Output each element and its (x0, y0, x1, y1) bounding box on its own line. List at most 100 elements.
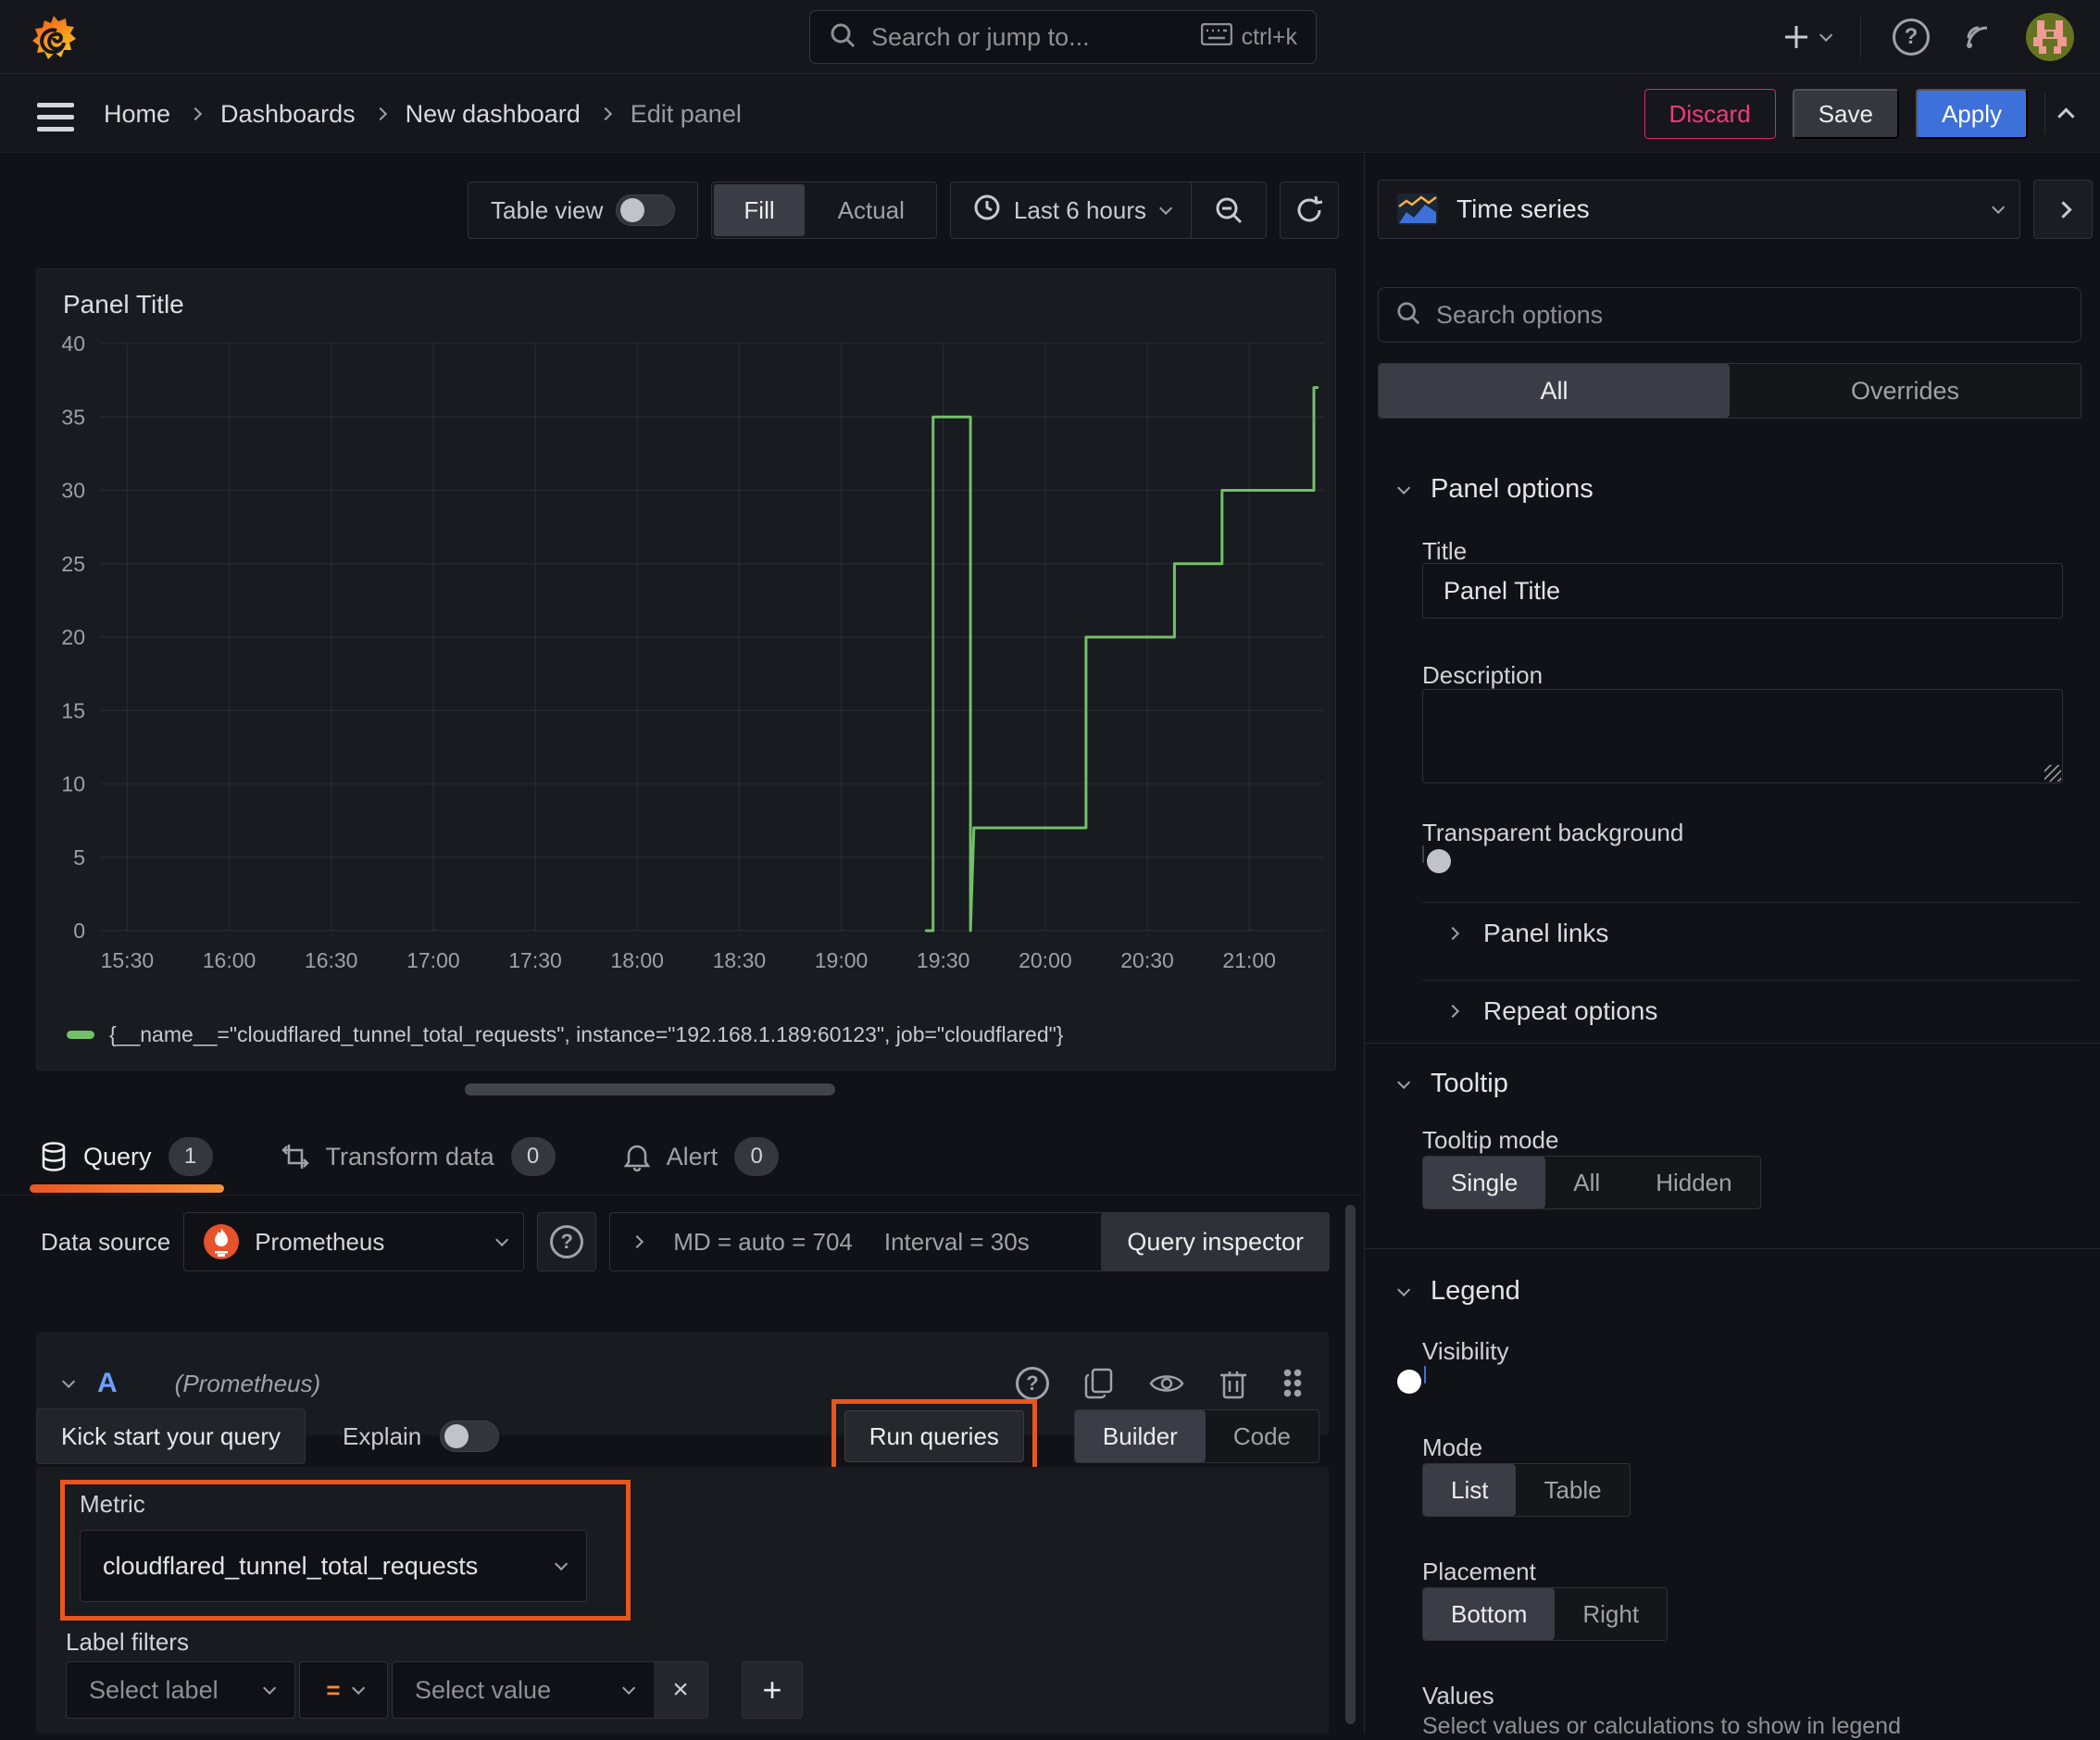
breadcrumb-new-dashboard[interactable]: New dashboard (406, 100, 581, 129)
toggle-viz-picker-button[interactable] (2033, 180, 2093, 239)
tooltip-mode-hidden[interactable]: Hidden (1628, 1157, 1759, 1208)
description-label: Description (1422, 661, 1543, 690)
run-queries-button[interactable]: Run queries (844, 1410, 1024, 1462)
panel-options-header[interactable]: Panel options (1397, 474, 1594, 505)
explain-toggle[interactable] (440, 1421, 499, 1452)
select-value-dropdown[interactable]: Select value (393, 1662, 654, 1718)
query-ref[interactable]: A (97, 1368, 118, 1399)
refresh-button[interactable] (1280, 182, 1339, 239)
panel-links-section[interactable]: Panel links (1448, 919, 1608, 948)
title-label: Title (1422, 537, 1467, 566)
interval: Interval = 30s (884, 1228, 1030, 1257)
section-divider (1365, 1248, 2100, 1249)
time-range-label: Last 6 hours (1014, 196, 1146, 225)
explain-control: Explain (343, 1421, 499, 1452)
options-search[interactable]: Search options (1378, 287, 2081, 343)
remove-filter-button[interactable]: × (654, 1662, 707, 1718)
fill-option[interactable]: Fill (714, 184, 804, 236)
breadcrumb-edit-panel: Edit panel (631, 100, 742, 129)
tooltip-header[interactable]: Tooltip (1397, 1069, 1508, 1099)
tab-query[interactable]: Query 1 (41, 1119, 213, 1195)
legend-mode-list[interactable]: List (1423, 1464, 1516, 1516)
collapse-header-icon[interactable] (2057, 107, 2074, 124)
tab-all[interactable]: All (1379, 364, 1730, 418)
all-overrides-switch: All Overrides (1378, 363, 2081, 419)
horizontal-scrollbar[interactable] (465, 1083, 835, 1095)
shortcut-label: ctrl+k (1242, 24, 1297, 51)
legend-header[interactable]: Legend (1397, 1276, 1520, 1307)
table-view-toggle[interactable] (616, 194, 675, 226)
duplicate-query-icon[interactable] (1084, 1368, 1114, 1399)
tooltip-mode-switch: Single All Hidden (1422, 1156, 1761, 1209)
series-label[interactable]: {__name__="cloudflared_tunnel_total_requ… (109, 1022, 1063, 1047)
add-filter-button[interactable]: + (742, 1661, 803, 1719)
description-textarea[interactable] (1422, 689, 2063, 783)
collapse-query-icon[interactable] (62, 1375, 75, 1388)
drag-handle[interactable] (1282, 1368, 1303, 1399)
operator-dropdown[interactable]: = (299, 1661, 388, 1719)
apply-button[interactable]: Apply (1916, 89, 2028, 139)
legend-values-help: Select values or calculations to show in… (1422, 1713, 1901, 1740)
transform-icon (281, 1143, 309, 1170)
builder-option[interactable]: Builder (1075, 1410, 1206, 1462)
query-help-icon[interactable]: ? (1016, 1367, 1049, 1400)
grafana-logo[interactable] (31, 15, 76, 66)
datasource-picker[interactable]: Prometheus (183, 1212, 524, 1271)
metric-select[interactable]: cloudflared_tunnel_total_requests (80, 1530, 587, 1602)
svg-text:25: 25 (61, 552, 85, 576)
query-datasource-hint: (Prometheus) (175, 1370, 321, 1398)
resize-handle[interactable] (2044, 765, 2061, 782)
global-search[interactable]: Search or jump to... ctrl+k (809, 10, 1317, 64)
vertical-scrollbar[interactable] (1345, 1205, 1356, 1724)
menu-toggle[interactable] (37, 103, 74, 131)
legend-placement-right[interactable]: Right (1555, 1588, 1667, 1640)
delete-query-icon[interactable] (1219, 1368, 1247, 1399)
kick-start-button[interactable]: Kick start your query (36, 1408, 306, 1464)
code-option[interactable]: Code (1206, 1410, 1319, 1462)
query-inspector-button[interactable]: Query inspector (1101, 1212, 1330, 1271)
avatar[interactable] (2026, 13, 2074, 61)
zoom-out-button[interactable] (1192, 182, 1266, 238)
chevron-down-icon (352, 1682, 365, 1695)
news-icon[interactable] (1961, 20, 1994, 54)
time-series-chart[interactable]: 051015202530354015:3016:0016:3017:0017:3… (44, 331, 1331, 979)
tab-transform-data[interactable]: Transform data 0 (281, 1119, 556, 1195)
alert-count-badge: 0 (734, 1137, 779, 1176)
tab-overrides[interactable]: Overrides (1730, 364, 2081, 418)
repeat-options-section[interactable]: Repeat options (1448, 996, 1657, 1026)
series-color-swatch[interactable] (67, 1031, 94, 1039)
legend-visibility-toggle[interactable] (1424, 1366, 1426, 1383)
legend-mode-table[interactable]: Table (1516, 1464, 1629, 1516)
metric-label: Metric (80, 1490, 611, 1519)
svg-text:19:00: 19:00 (815, 948, 869, 972)
search-icon (829, 21, 856, 54)
panel-options-title: Panel options (1431, 474, 1594, 505)
panel-title-input[interactable] (1422, 563, 2063, 619)
divider (1860, 17, 1861, 57)
transparent-background-toggle[interactable] (1422, 845, 1424, 863)
datasource-help-button[interactable]: ? (537, 1212, 596, 1271)
visualization-picker[interactable]: Time series (1378, 180, 2020, 239)
builder-code-switch: Builder Code (1074, 1409, 1319, 1463)
time-range-picker[interactable]: Last 6 hours (951, 182, 1191, 238)
toggle-visibility-icon[interactable] (1149, 1371, 1184, 1396)
chevron-right-icon (189, 107, 202, 120)
add-button[interactable] (1782, 23, 1829, 51)
legend-placement-bottom[interactable]: Bottom (1423, 1588, 1555, 1640)
operator-value: = (326, 1676, 340, 1705)
discard-button[interactable]: Discard (1644, 89, 1776, 139)
help-button[interactable]: ? (1893, 19, 1930, 56)
select-label-dropdown[interactable]: Select label (66, 1661, 295, 1719)
legend-placement-switch: Bottom Right (1422, 1587, 1668, 1641)
breadcrumb-bar: Home Dashboards New dashboard Edit panel… (0, 75, 2100, 153)
tooltip-mode-single[interactable]: Single (1423, 1157, 1545, 1208)
breadcrumb-dashboards[interactable]: Dashboards (220, 100, 356, 129)
tab-alert[interactable]: Alert 0 (624, 1119, 780, 1195)
save-button[interactable]: Save (1793, 89, 1899, 139)
chevron-down-icon (1397, 1283, 1410, 1296)
tooltip-mode-all[interactable]: All (1545, 1157, 1628, 1208)
breadcrumb-home[interactable]: Home (104, 100, 170, 129)
actual-option[interactable]: Actual (808, 184, 934, 236)
query-card-actions: ? (1016, 1367, 1303, 1400)
chevron-down-icon (1992, 201, 2005, 214)
